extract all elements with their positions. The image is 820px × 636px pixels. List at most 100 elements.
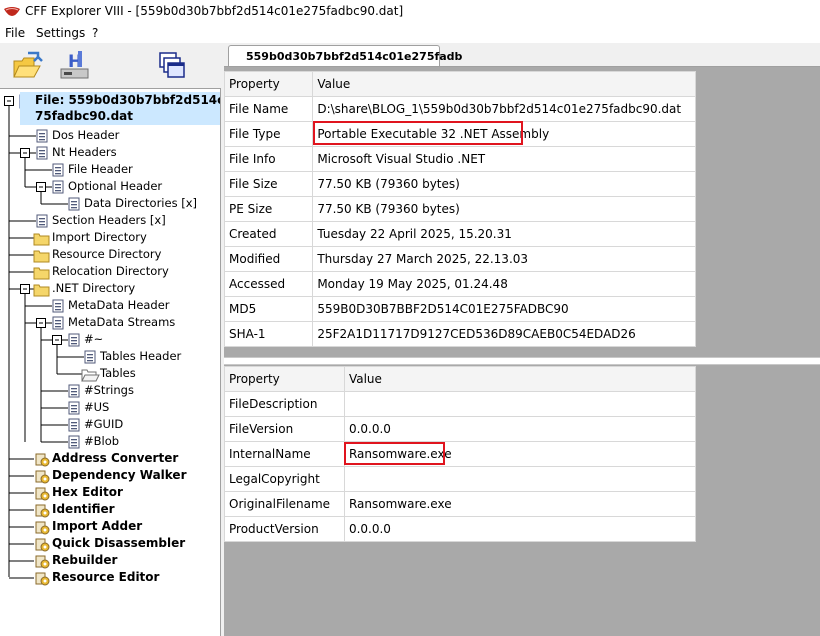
table-row[interactable]: InternalName Ransomware.exe (224, 441, 697, 467)
tree-item-resource-editor[interactable]: Resource Editor (52, 570, 159, 585)
file-info-value-cell[interactable]: Tuesday 22 April 2025, 15.20.31 (312, 221, 696, 247)
tree-item-resource-directory[interactable]: Resource Directory (52, 247, 161, 262)
file-info-value-cell[interactable]: 559B0D30B7BBF2D514C01E275FADBC90 (312, 296, 696, 322)
open-folder-icon[interactable] (10, 49, 44, 83)
version-info-property-cell[interactable]: FileDescription (224, 391, 345, 417)
file-info-property-cell[interactable]: File Type (223, 121, 314, 147)
table-row[interactable]: File Size 77.50 KB (79360 bytes) (223, 171, 696, 197)
header-property[interactable]: Property (223, 71, 314, 97)
version-info-value-cell[interactable]: Ransomware.exe (343, 491, 697, 517)
version-info-property-cell[interactable]: FileVersion (224, 416, 345, 442)
file-info-value-cell[interactable]: D:\share\BLOG_1\559b0d30b7bbf2d514c01e27… (312, 96, 696, 122)
table-row[interactable]: Modified Thursday 27 March 2025, 22.13.03 (223, 246, 696, 272)
header-property[interactable]: Property (224, 366, 345, 392)
file-info-property-cell[interactable]: File Size (223, 171, 314, 197)
tree-item-address-converter[interactable]: Address Converter (52, 451, 178, 466)
table-row[interactable]: MD5 559B0D30B7BBF2D514C01E275FADBC90 (223, 296, 696, 322)
tree-item-import-adder[interactable]: Import Adder (52, 519, 142, 534)
horizontal-splitter[interactable] (224, 357, 820, 365)
file-info-value-cell[interactable]: Thursday 27 March 2025, 22.13.03 (312, 246, 696, 272)
file-info-table: Property Value File Name D:\share\BLOG_1\… (223, 71, 696, 347)
tree-item-relocation-directory[interactable]: Relocation Directory (52, 264, 169, 279)
document-icon (68, 418, 80, 432)
menu-help[interactable]: ? (92, 26, 98, 40)
menu-settings[interactable]: Settings (36, 26, 85, 40)
document-icon (84, 350, 96, 364)
table-row[interactable]: File Name D:\share\BLOG_1\559b0d30b7bbf2d… (223, 96, 696, 122)
version-info-value-cell[interactable]: 0.0.0.0 (343, 416, 697, 442)
version-info-value-cell[interactable]: 0.0.0.0 (343, 516, 697, 542)
version-info-value-cell[interactable]: Ransomware.exe (343, 441, 697, 467)
file-info-value-cell[interactable]: 77.50 KB (79360 bytes) (312, 171, 696, 197)
table-row[interactable]: OriginalFilename Ransomware.exe (224, 491, 697, 517)
table-row[interactable]: Created Tuesday 22 April 2025, 15.20.31 (223, 221, 696, 247)
tree-item-metadata-header[interactable]: MetaData Header (68, 298, 170, 313)
tree-item-strings[interactable]: #Strings (84, 383, 134, 398)
tree-item-import-directory[interactable]: Import Directory (52, 230, 147, 245)
hex-disk-icon[interactable]: H (58, 49, 92, 83)
table-row[interactable]: FileDescription (224, 391, 697, 417)
tree-item-net-directory[interactable]: .NET Directory (52, 281, 135, 296)
header-value[interactable]: Value (343, 366, 697, 392)
folder-icon (33, 267, 50, 280)
app-icon (4, 7, 20, 16)
table-row[interactable]: FileVersion 0.0.0.0 (224, 416, 697, 442)
menu-file[interactable]: File (5, 26, 25, 40)
document-icon (68, 401, 80, 415)
file-info-property-cell[interactable]: PE Size (223, 196, 314, 222)
file-info-property-cell[interactable]: Created (223, 221, 314, 247)
tree-item-blob[interactable]: #Blob (84, 434, 119, 449)
table-row[interactable]: LegalCopyright (224, 466, 697, 492)
table-row[interactable]: SHA-1 25F2A1D11717D9127CED536D89CAEB0C54E… (223, 321, 696, 347)
file-info-property-cell[interactable]: File Info (223, 146, 314, 172)
tree-item-tables[interactable]: Tables (100, 366, 136, 381)
document-icon (52, 180, 64, 194)
version-info-value-cell[interactable] (343, 466, 697, 492)
header-value[interactable]: Value (312, 71, 696, 97)
tree-root-label-2[interactable]: 75fadbc90.dat (35, 109, 133, 123)
tree-item-data-directories[interactable]: Data Directories [x] (84, 196, 197, 211)
table-row[interactable]: ProductVersion 0.0.0.0 (224, 516, 697, 542)
file-info-value-cell[interactable]: 25F2A1D11717D9127CED536D89CAEB0C54EDAD26 (312, 321, 696, 347)
file-info-value-cell[interactable]: Monday 19 May 2025, 01.24.48 (312, 271, 696, 297)
version-info-property-cell[interactable]: OriginalFilename (224, 491, 345, 517)
tree-item-metadata-streams[interactable]: MetaData Streams (68, 315, 175, 330)
table-row[interactable]: File Type Portable Executable 32 .NET Ass… (223, 121, 696, 147)
tree-item-section-headers[interactable]: Section Headers [x] (52, 213, 166, 228)
tree-root-label[interactable]: File: 559b0d30b7bbf2d514c01e2 (35, 93, 220, 107)
table-row[interactable]: Accessed Monday 19 May 2025, 01.24.48 (223, 271, 696, 297)
tree-view[interactable]: File: 559b0d30b7bbf2d514c01e2 75fadbc90.… (0, 88, 221, 636)
tree-item-file-header[interactable]: File Header (68, 162, 133, 177)
tree-item-optional-header[interactable]: Optional Header (68, 179, 162, 194)
tree-item-quick-disassembler[interactable]: Quick Disassembler (52, 536, 185, 551)
tool-icon (35, 555, 50, 569)
tree-item-dependency-walker[interactable]: Dependency Walker (52, 468, 187, 483)
table-row[interactable]: PE Size 77.50 KB (79360 bytes) (223, 196, 696, 222)
tree-item-tables-stream[interactable]: #~ (84, 332, 103, 347)
table-row[interactable]: File Info Microsoft Visual Studio .NET (223, 146, 696, 172)
file-info-property-cell[interactable]: MD5 (223, 296, 314, 322)
file-info-property-cell[interactable]: SHA-1 (223, 321, 314, 347)
tree-item-rebuilder[interactable]: Rebuilder (52, 553, 117, 568)
tree-item-hex-editor[interactable]: Hex Editor (52, 485, 123, 500)
tree-item-dos-header[interactable]: Dos Header (52, 128, 119, 143)
tab-file[interactable]: 559b0d30b7bbf2d514c01e275fadb (228, 45, 462, 67)
tool-icon (35, 453, 50, 467)
file-info-property-cell[interactable]: Accessed (223, 271, 314, 297)
tree-item-nt-headers[interactable]: Nt Headers (52, 145, 117, 160)
windows-icon[interactable] (156, 49, 190, 83)
tree-item-us[interactable]: #US (84, 400, 109, 415)
file-info-value-cell[interactable]: 77.50 KB (79360 bytes) (312, 196, 696, 222)
tool-icon (35, 521, 50, 535)
tree-item-tables-header[interactable]: Tables Header (100, 349, 181, 364)
version-info-value-cell[interactable] (343, 391, 697, 417)
file-info-value-cell[interactable]: Portable Executable 32 .NET Assembly (312, 121, 696, 147)
file-info-property-cell[interactable]: File Name (223, 96, 314, 122)
version-info-property-cell[interactable]: LegalCopyright (224, 466, 345, 492)
tree-item-guid[interactable]: #GUID (84, 417, 123, 432)
tree-item-identifier[interactable]: Identifier (52, 502, 115, 517)
file-info-value-cell[interactable]: Microsoft Visual Studio .NET (312, 146, 696, 172)
version-info-property-cell[interactable]: ProductVersion (224, 516, 345, 542)
file-info-property-cell[interactable]: Modified (223, 246, 314, 272)
version-info-property-cell[interactable]: InternalName (224, 441, 345, 467)
